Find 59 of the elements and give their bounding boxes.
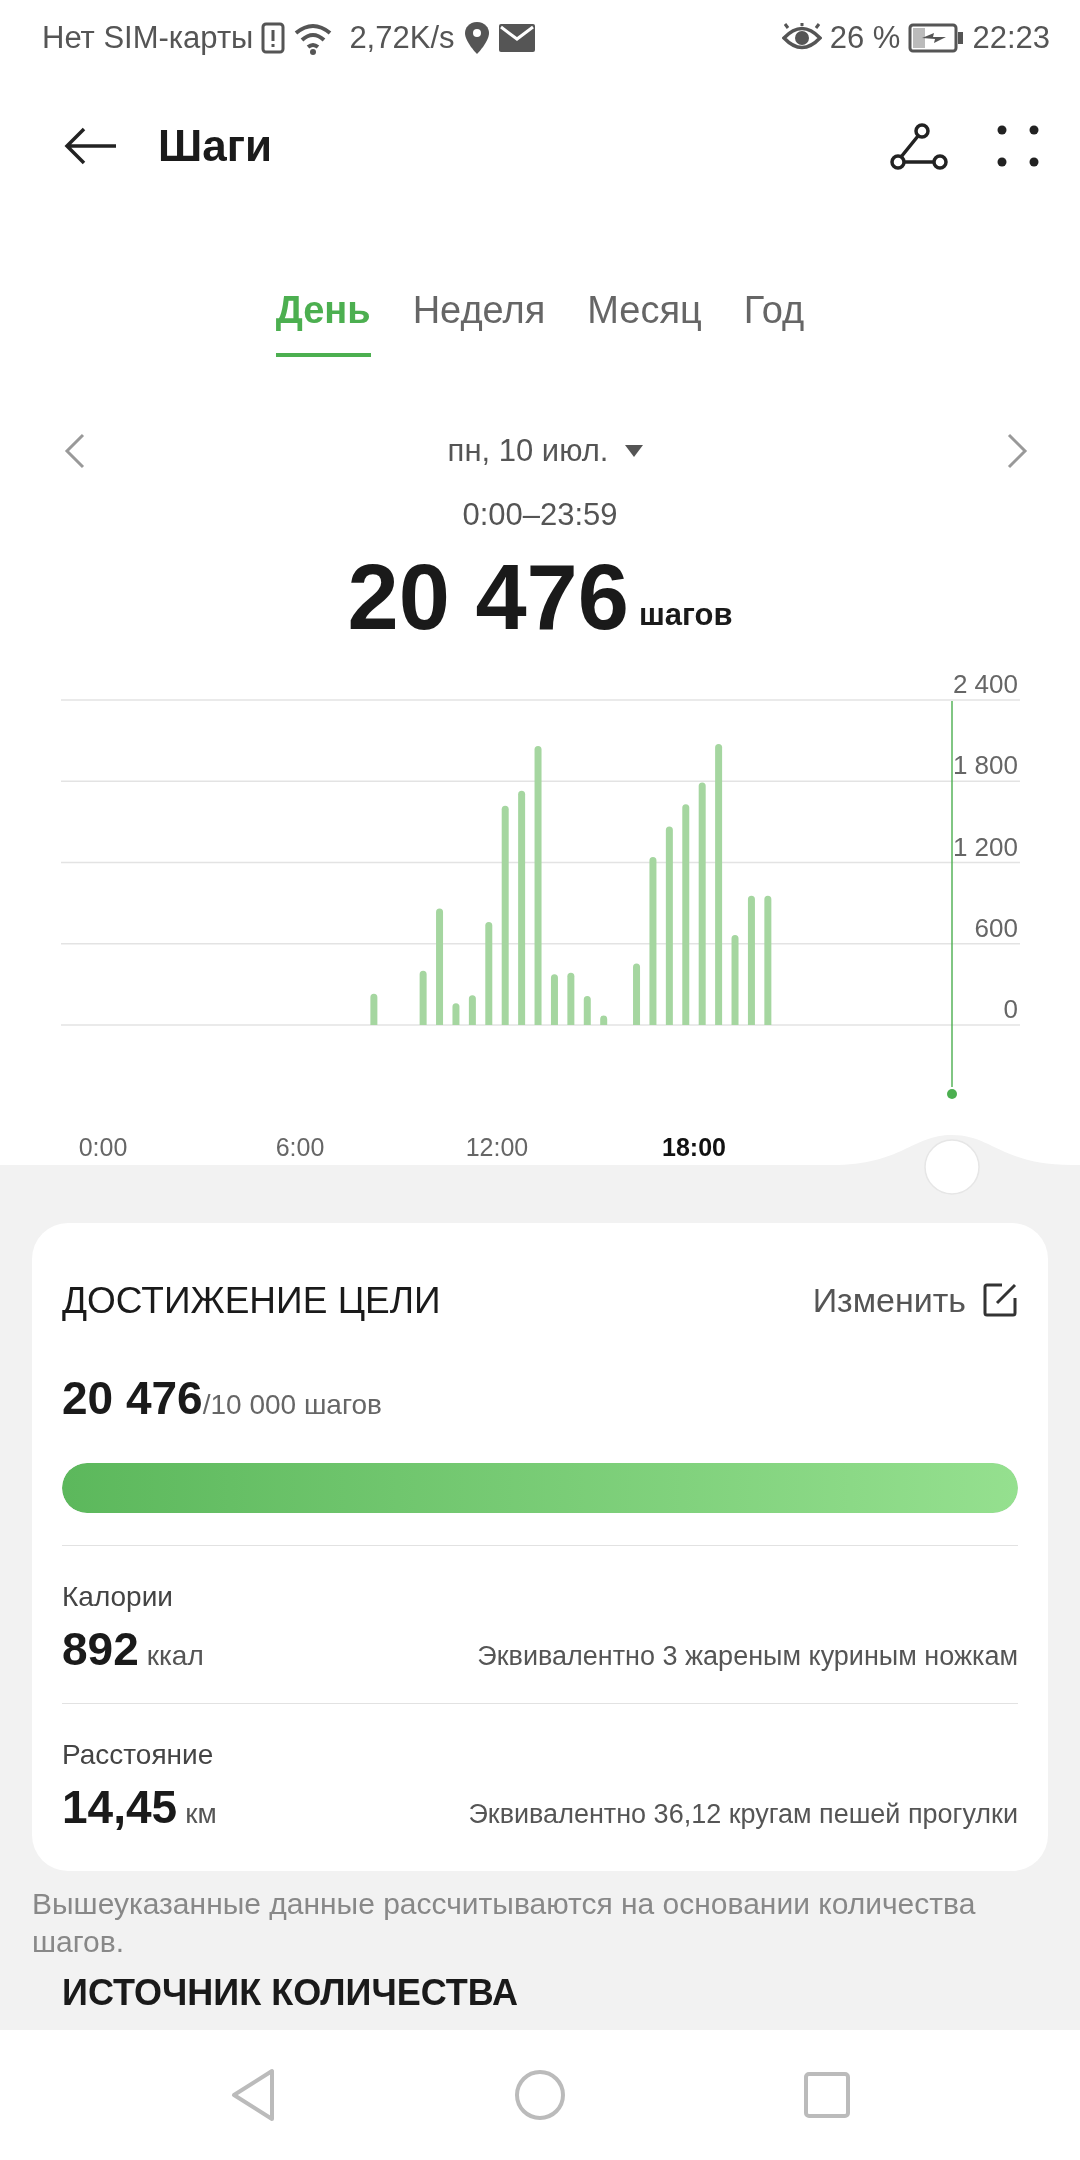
- stat-label: Калории: [62, 1580, 174, 1614]
- step-unit: шагов: [638, 596, 733, 634]
- carrier-text: Нет SIM-карты: [42, 18, 254, 57]
- stat-unit: ккал: [146, 1639, 204, 1673]
- page-title: Шаги: [158, 120, 273, 172]
- clock-text: 22:23: [972, 18, 1050, 57]
- wifi-icon: [293, 21, 334, 55]
- stat-equivalent-text: Эквивалентно 36,12 кругам пешей прогулки: [468, 1798, 1018, 1831]
- y-tick-label: 2 400: [952, 668, 1018, 699]
- step-bar: [550, 973, 558, 1025]
- period-tab[interactable]: Неделя: [412, 275, 546, 357]
- period-tab[interactable]: Месяц: [587, 275, 702, 357]
- step-bar: [370, 993, 378, 1025]
- sim-alert-icon: [261, 22, 286, 54]
- x-tick-label: 12:00: [465, 1132, 529, 1161]
- y-tick-label: 1 200: [952, 831, 1018, 861]
- step-bar: [452, 1002, 460, 1025]
- x-tick-label: 18:00: [662, 1132, 726, 1161]
- battery-charging-icon: [908, 23, 965, 53]
- x-tick-label: 0:00: [78, 1132, 128, 1161]
- step-bar: [419, 970, 427, 1025]
- time-range-text: 0:00–23:59: [462, 496, 618, 534]
- stat-label: Расстояние: [62, 1738, 215, 1772]
- y-tick-label: 600: [974, 912, 1018, 943]
- x-tick-label: 6:00: [275, 1132, 325, 1161]
- footnote-text: Вышеуказанные данные рассчитываются на основании количества шагов.: [31, 1886, 977, 1960]
- step-total: 20 476: [347, 550, 629, 643]
- y-tick-label: 0: [1003, 993, 1018, 1024]
- period-tab[interactable]: Год: [743, 275, 805, 357]
- stat-value: 892: [62, 1624, 139, 1675]
- card-title: ДОСТИЖЕНИЕ ЦЕЛИ: [62, 1278, 441, 1323]
- step-bar: [600, 1015, 608, 1025]
- date-label: пн, 10 июл.: [447, 431, 609, 470]
- step-bar: [468, 994, 476, 1025]
- mail-icon: [498, 24, 535, 52]
- step-bar: [567, 972, 575, 1025]
- edit-icon[interactable]: [982, 1282, 1018, 1319]
- nav-recents-icon[interactable]: [802, 2070, 852, 2120]
- share-route-button[interactable]: [890, 122, 948, 170]
- dropdown-caret-icon[interactable]: [624, 444, 645, 458]
- goal-steps-value: 20 476: [62, 1371, 203, 1426]
- location-icon: [462, 20, 491, 56]
- next-day-button[interactable]: [1006, 433, 1028, 469]
- network-speed-text: 2,72K/s: [349, 18, 455, 57]
- back-button[interactable]: [64, 126, 118, 166]
- step-bar: [583, 995, 591, 1025]
- time-cursor[interactable]: [947, 699, 957, 1099]
- stat-value: 14,45: [62, 1782, 178, 1833]
- goal-target-text: /10 000 шагов: [202, 1389, 382, 1422]
- stat-equivalent-text: Эквивалентно 3 жареным куриным ножкам: [477, 1640, 1018, 1673]
- step-bar: [633, 962, 641, 1025]
- y-tick-label: 1 800: [952, 749, 1018, 780]
- nav-home-icon[interactable]: [513, 2068, 567, 2122]
- edit-goal-button[interactable]: Изменить: [812, 1274, 1018, 1326]
- section-heading: ИСТОЧНИК КОЛИЧЕСТВА: [62, 1972, 519, 2013]
- more-button[interactable]: [996, 124, 1040, 168]
- stat-unit: км: [185, 1797, 217, 1831]
- battery-percent-text: 26 %: [829, 18, 901, 57]
- previous-day-button[interactable]: [64, 433, 86, 469]
